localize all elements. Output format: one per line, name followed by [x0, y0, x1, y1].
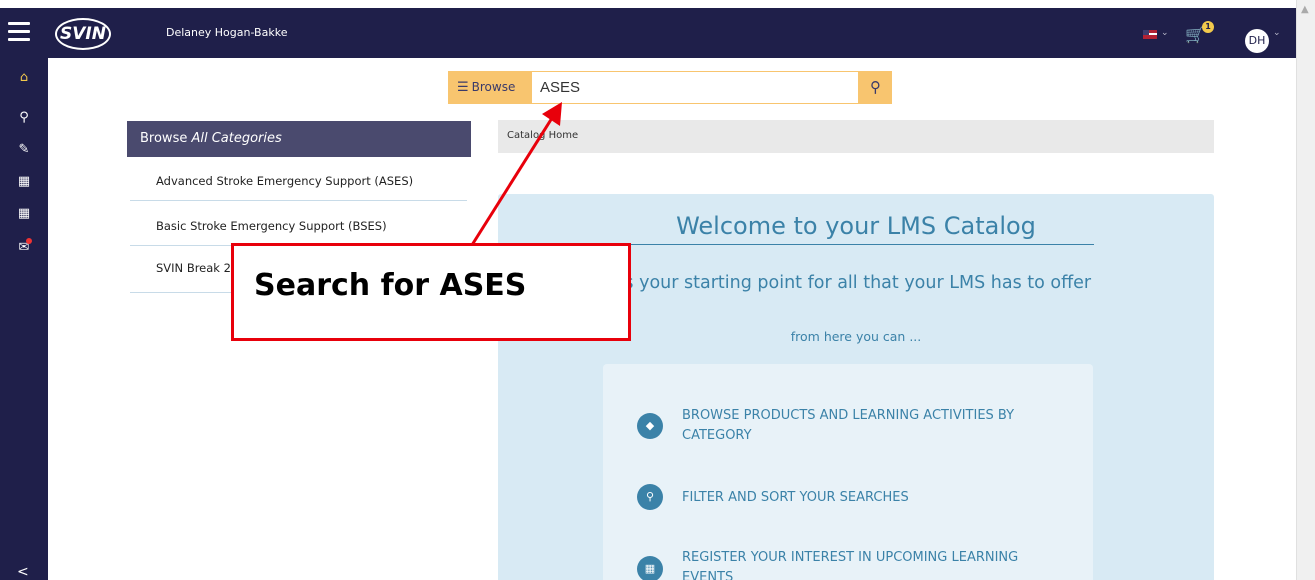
list-icon: ☰	[457, 80, 469, 95]
title-divider	[602, 244, 1094, 245]
welcome-title: Welcome to your LMS Catalog	[676, 212, 1036, 240]
cart-count-badge: 1	[1202, 21, 1214, 33]
notification-dot	[26, 238, 32, 244]
breadcrumb: Catalog Home	[498, 120, 1214, 153]
page-scrollbar[interactable]: ▲	[1296, 0, 1315, 580]
chevron-down-icon[interactable]: ⌄	[1273, 28, 1281, 38]
options-box: ◆ BROWSE PRODUCTS AND LEARNING ACTIVITIE…	[603, 364, 1093, 580]
welcome-intro: s is your starting point for all that yo…	[604, 273, 1092, 293]
search-icon[interactable]: ⚲	[14, 110, 34, 126]
transcript-icon[interactable]: ▦	[14, 174, 34, 190]
breadcrumb-catalog-home[interactable]: Catalog Home	[507, 130, 578, 141]
category-item[interactable]: Basic Stroke Emergency Support (BSES)	[130, 207, 467, 246]
share-icon[interactable]: <	[17, 564, 29, 580]
edit-icon[interactable]: ✎	[14, 142, 34, 158]
search-icon: ⚲	[637, 484, 663, 510]
category-item[interactable]: Advanced Stroke Emergency Support (ASES)	[130, 162, 467, 201]
user-name: Delaney Hogan-Bakke	[166, 26, 288, 39]
categories-header: Browse All Categories	[127, 121, 471, 157]
categories-header-emphasis: All Categories	[191, 131, 282, 146]
left-sidebar: ⌂ ⚲ ✎ ▦ ▦ ✉	[0, 58, 48, 580]
tag-icon: ◆	[637, 413, 663, 439]
option-register[interactable]: REGISTER YOUR INTEREST IN UPCOMING LEARN…	[682, 548, 1062, 580]
categories-header-prefix: Browse	[140, 131, 192, 146]
avatar[interactable]: DH	[1245, 29, 1269, 53]
scroll-up-icon[interactable]: ▲	[1301, 4, 1309, 15]
search-button[interactable]: ⚲	[859, 71, 892, 104]
browse-button[interactable]: ☰ Browse	[448, 71, 532, 104]
hamburger-menu-icon[interactable]	[8, 22, 30, 41]
chevron-down-icon[interactable]: ⌄	[1161, 28, 1169, 38]
annotation-text: Search for ASES	[254, 268, 527, 303]
option-filter[interactable]: FILTER AND SORT YOUR SEARCHES	[682, 488, 1062, 508]
annotation-callout: Search for ASES	[231, 243, 631, 341]
us-flag-icon[interactable]	[1143, 30, 1157, 39]
home-icon[interactable]: ⌂	[14, 70, 34, 86]
calendar-icon[interactable]: ▦	[14, 206, 34, 222]
option-browse[interactable]: BROWSE PRODUCTS AND LEARNING ACTIVITIES …	[682, 406, 1062, 446]
top-navbar: SVIN Delaney Hogan-Bakke ⌄ 🛒 1 DH ⌄	[0, 8, 1296, 58]
search-icon: ⚲	[870, 78, 881, 96]
search-input[interactable]	[532, 71, 859, 104]
svin-logo[interactable]: SVIN	[55, 18, 111, 50]
browse-label: Browse	[471, 80, 516, 94]
calendar-icon: ▦	[637, 556, 663, 580]
